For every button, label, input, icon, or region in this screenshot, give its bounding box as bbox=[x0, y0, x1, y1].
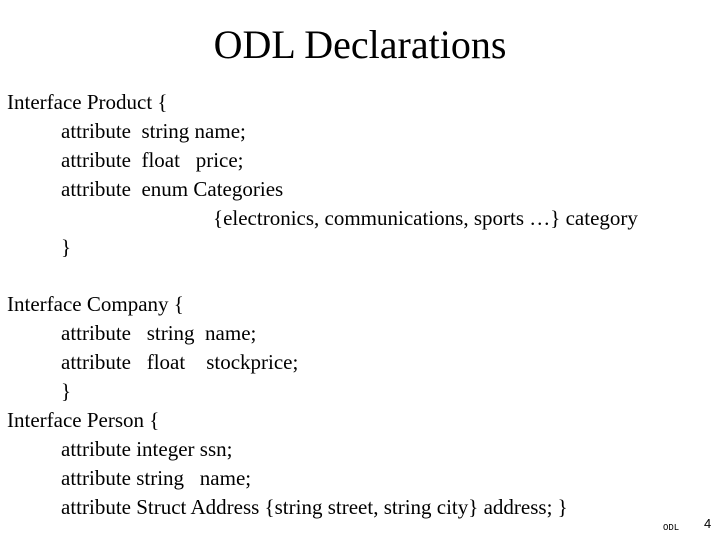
code-line: } bbox=[61, 379, 72, 403]
code-line: attribute Struct Address {string street,… bbox=[61, 495, 568, 519]
code-line: attribute integer ssn; bbox=[61, 437, 233, 461]
code-line: attribute string name; bbox=[61, 466, 252, 490]
code-line: attribute float stockprice; bbox=[61, 350, 299, 374]
code-line: attribute string name; bbox=[61, 321, 257, 345]
slide-title: ODL Declarations bbox=[213, 22, 507, 67]
code-line: {electronics, communications, sports …} … bbox=[213, 206, 638, 230]
code-line: attribute enum Categories bbox=[61, 177, 284, 201]
code-line: Interface Company { bbox=[7, 292, 184, 316]
code-line: Interface Product { bbox=[7, 90, 168, 114]
code-line: } bbox=[61, 235, 72, 259]
code-line: attribute string name; bbox=[61, 119, 246, 143]
code-line: Interface Person { bbox=[7, 408, 160, 432]
slide-footer: ODL bbox=[663, 523, 680, 533]
page-number: 4 bbox=[704, 516, 712, 531]
code-line: attribute float price; bbox=[61, 148, 244, 172]
